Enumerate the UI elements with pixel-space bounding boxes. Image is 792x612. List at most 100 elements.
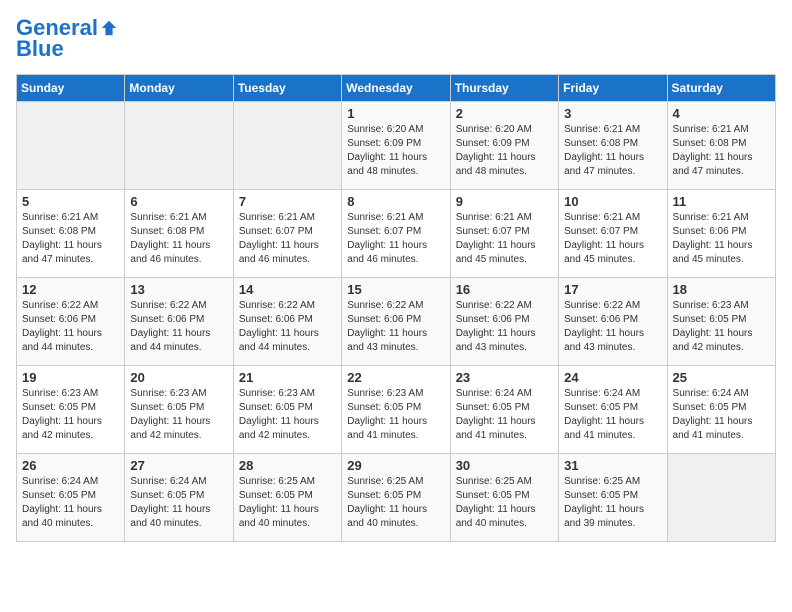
calendar-header: SundayMondayTuesdayWednesdayThursdayFrid… [17, 75, 776, 102]
day-number: 14 [239, 282, 336, 297]
calendar-cell: 3 Sunrise: 6:21 AM Sunset: 6:08 PM Daylig… [559, 102, 667, 190]
day-number: 4 [673, 106, 770, 121]
calendar-cell: 21 Sunrise: 6:23 AM Sunset: 6:05 PM Dayli… [233, 366, 341, 454]
day-info: Sunrise: 6:23 AM Sunset: 6:05 PM Dayligh… [130, 387, 227, 443]
calendar-cell: 30 Sunrise: 6:25 AM Sunset: 6:05 PM Dayli… [450, 454, 558, 542]
day-number: 25 [673, 370, 770, 385]
calendar-cell: 17 Sunrise: 6:22 AM Sunset: 6:06 PM Dayli… [559, 278, 667, 366]
day-number: 16 [456, 282, 553, 297]
day-info: Sunrise: 6:22 AM Sunset: 6:06 PM Dayligh… [22, 299, 119, 355]
day-info: Sunrise: 6:21 AM Sunset: 6:08 PM Dayligh… [130, 211, 227, 267]
weekday-header: Tuesday [233, 75, 341, 102]
calendar-cell: 27 Sunrise: 6:24 AM Sunset: 6:05 PM Dayli… [125, 454, 233, 542]
calendar-week-row: 5 Sunrise: 6:21 AM Sunset: 6:08 PM Daylig… [17, 190, 776, 278]
calendar-table: SundayMondayTuesdayWednesdayThursdayFrid… [16, 74, 776, 542]
calendar-cell: 4Sunrise: 6:21 AM Sunset: 6:08 PM Daylig… [667, 102, 775, 190]
day-number: 18 [673, 282, 770, 297]
calendar-cell: 1 Sunrise: 6:20 AM Sunset: 6:09 PM Daylig… [342, 102, 450, 190]
day-number: 27 [130, 458, 227, 473]
day-info: Sunrise: 6:23 AM Sunset: 6:05 PM Dayligh… [22, 387, 119, 443]
calendar-cell: 9 Sunrise: 6:21 AM Sunset: 6:07 PM Daylig… [450, 190, 558, 278]
calendar-week-row: 12 Sunrise: 6:22 AM Sunset: 6:06 PM Dayli… [17, 278, 776, 366]
calendar-cell: 31Sunrise: 6:25 AM Sunset: 6:05 PM Dayli… [559, 454, 667, 542]
day-number: 22 [347, 370, 444, 385]
day-info: Sunrise: 6:22 AM Sunset: 6:06 PM Dayligh… [347, 299, 444, 355]
day-info: Sunrise: 6:25 AM Sunset: 6:05 PM Dayligh… [239, 475, 336, 531]
logo: General Blue [16, 16, 118, 62]
weekday-header: Monday [125, 75, 233, 102]
calendar-cell: 16 Sunrise: 6:22 AM Sunset: 6:06 PM Dayli… [450, 278, 558, 366]
calendar-cell [233, 102, 341, 190]
day-info: Sunrise: 6:22 AM Sunset: 6:06 PM Dayligh… [130, 299, 227, 355]
day-number: 15 [347, 282, 444, 297]
calendar-cell: 23Sunrise: 6:24 AM Sunset: 6:05 PM Dayli… [450, 366, 558, 454]
day-number: 10 [564, 194, 661, 209]
day-info: Sunrise: 6:23 AM Sunset: 6:05 PM Dayligh… [347, 387, 444, 443]
day-number: 17 [564, 282, 661, 297]
day-number: 2 [456, 106, 553, 121]
day-info: Sunrise: 6:20 AM Sunset: 6:09 PM Dayligh… [347, 123, 444, 179]
page-header: General Blue [16, 16, 776, 62]
day-info: Sunrise: 6:24 AM Sunset: 6:05 PM Dayligh… [22, 475, 119, 531]
calendar-cell: 12 Sunrise: 6:22 AM Sunset: 6:06 PM Dayli… [17, 278, 125, 366]
calendar-cell: 19 Sunrise: 6:23 AM Sunset: 6:05 PM Dayli… [17, 366, 125, 454]
calendar-cell: 20Sunrise: 6:23 AM Sunset: 6:05 PM Dayli… [125, 366, 233, 454]
day-number: 7 [239, 194, 336, 209]
day-number: 5 [22, 194, 119, 209]
calendar-week-row: 1 Sunrise: 6:20 AM Sunset: 6:09 PM Daylig… [17, 102, 776, 190]
calendar-cell: 10 Sunrise: 6:21 AM Sunset: 6:07 PM Dayli… [559, 190, 667, 278]
calendar-cell: 8Sunrise: 6:21 AM Sunset: 6:07 PM Daylig… [342, 190, 450, 278]
calendar-body: 1 Sunrise: 6:20 AM Sunset: 6:09 PM Daylig… [17, 102, 776, 542]
calendar-cell: 26Sunrise: 6:24 AM Sunset: 6:05 PM Dayli… [17, 454, 125, 542]
day-info: Sunrise: 6:25 AM Sunset: 6:05 PM Dayligh… [456, 475, 553, 531]
calendar-cell: 2Sunrise: 6:20 AM Sunset: 6:09 PM Daylig… [450, 102, 558, 190]
day-number: 12 [22, 282, 119, 297]
day-number: 28 [239, 458, 336, 473]
weekday-header: Friday [559, 75, 667, 102]
day-number: 13 [130, 282, 227, 297]
calendar-week-row: 19 Sunrise: 6:23 AM Sunset: 6:05 PM Dayli… [17, 366, 776, 454]
day-info: Sunrise: 6:21 AM Sunset: 6:07 PM Dayligh… [456, 211, 553, 267]
day-number: 8 [347, 194, 444, 209]
day-number: 11 [673, 194, 770, 209]
day-number: 23 [456, 370, 553, 385]
calendar-cell: 7 Sunrise: 6:21 AM Sunset: 6:07 PM Daylig… [233, 190, 341, 278]
day-info: Sunrise: 6:22 AM Sunset: 6:06 PM Dayligh… [456, 299, 553, 355]
day-number: 19 [22, 370, 119, 385]
day-number: 30 [456, 458, 553, 473]
weekday-header: Sunday [17, 75, 125, 102]
day-info: Sunrise: 6:25 AM Sunset: 6:05 PM Dayligh… [564, 475, 661, 531]
day-info: Sunrise: 6:23 AM Sunset: 6:05 PM Dayligh… [673, 299, 770, 355]
day-info: Sunrise: 6:21 AM Sunset: 6:08 PM Dayligh… [22, 211, 119, 267]
day-info: Sunrise: 6:24 AM Sunset: 6:05 PM Dayligh… [130, 475, 227, 531]
day-info: Sunrise: 6:22 AM Sunset: 6:06 PM Dayligh… [239, 299, 336, 355]
day-info: Sunrise: 6:21 AM Sunset: 6:07 PM Dayligh… [564, 211, 661, 267]
day-info: Sunrise: 6:25 AM Sunset: 6:05 PM Dayligh… [347, 475, 444, 531]
weekday-header: Thursday [450, 75, 558, 102]
calendar-cell: 28 Sunrise: 6:25 AM Sunset: 6:05 PM Dayli… [233, 454, 341, 542]
calendar-week-row: 26Sunrise: 6:24 AM Sunset: 6:05 PM Dayli… [17, 454, 776, 542]
calendar-cell: 15 Sunrise: 6:22 AM Sunset: 6:06 PM Dayli… [342, 278, 450, 366]
weekday-header: Wednesday [342, 75, 450, 102]
logo-icon [100, 19, 118, 37]
calendar-cell: 14 Sunrise: 6:22 AM Sunset: 6:06 PM Dayli… [233, 278, 341, 366]
day-number: 9 [456, 194, 553, 209]
day-info: Sunrise: 6:24 AM Sunset: 6:05 PM Dayligh… [673, 387, 770, 443]
day-info: Sunrise: 6:23 AM Sunset: 6:05 PM Dayligh… [239, 387, 336, 443]
day-info: Sunrise: 6:22 AM Sunset: 6:06 PM Dayligh… [564, 299, 661, 355]
day-info: Sunrise: 6:21 AM Sunset: 6:06 PM Dayligh… [673, 211, 770, 267]
calendar-cell: 11 Sunrise: 6:21 AM Sunset: 6:06 PM Dayli… [667, 190, 775, 278]
day-info: Sunrise: 6:24 AM Sunset: 6:05 PM Dayligh… [564, 387, 661, 443]
calendar-cell: 18 Sunrise: 6:23 AM Sunset: 6:05 PM Dayli… [667, 278, 775, 366]
calendar-cell: 13 Sunrise: 6:22 AM Sunset: 6:06 PM Dayli… [125, 278, 233, 366]
calendar-cell [17, 102, 125, 190]
calendar-cell: 5 Sunrise: 6:21 AM Sunset: 6:08 PM Daylig… [17, 190, 125, 278]
day-number: 3 [564, 106, 661, 121]
day-info: Sunrise: 6:21 AM Sunset: 6:07 PM Dayligh… [239, 211, 336, 267]
day-info: Sunrise: 6:21 AM Sunset: 6:08 PM Dayligh… [564, 123, 661, 179]
day-number: 24 [564, 370, 661, 385]
day-number: 6 [130, 194, 227, 209]
day-number: 21 [239, 370, 336, 385]
day-number: 29 [347, 458, 444, 473]
day-number: 1 [347, 106, 444, 121]
